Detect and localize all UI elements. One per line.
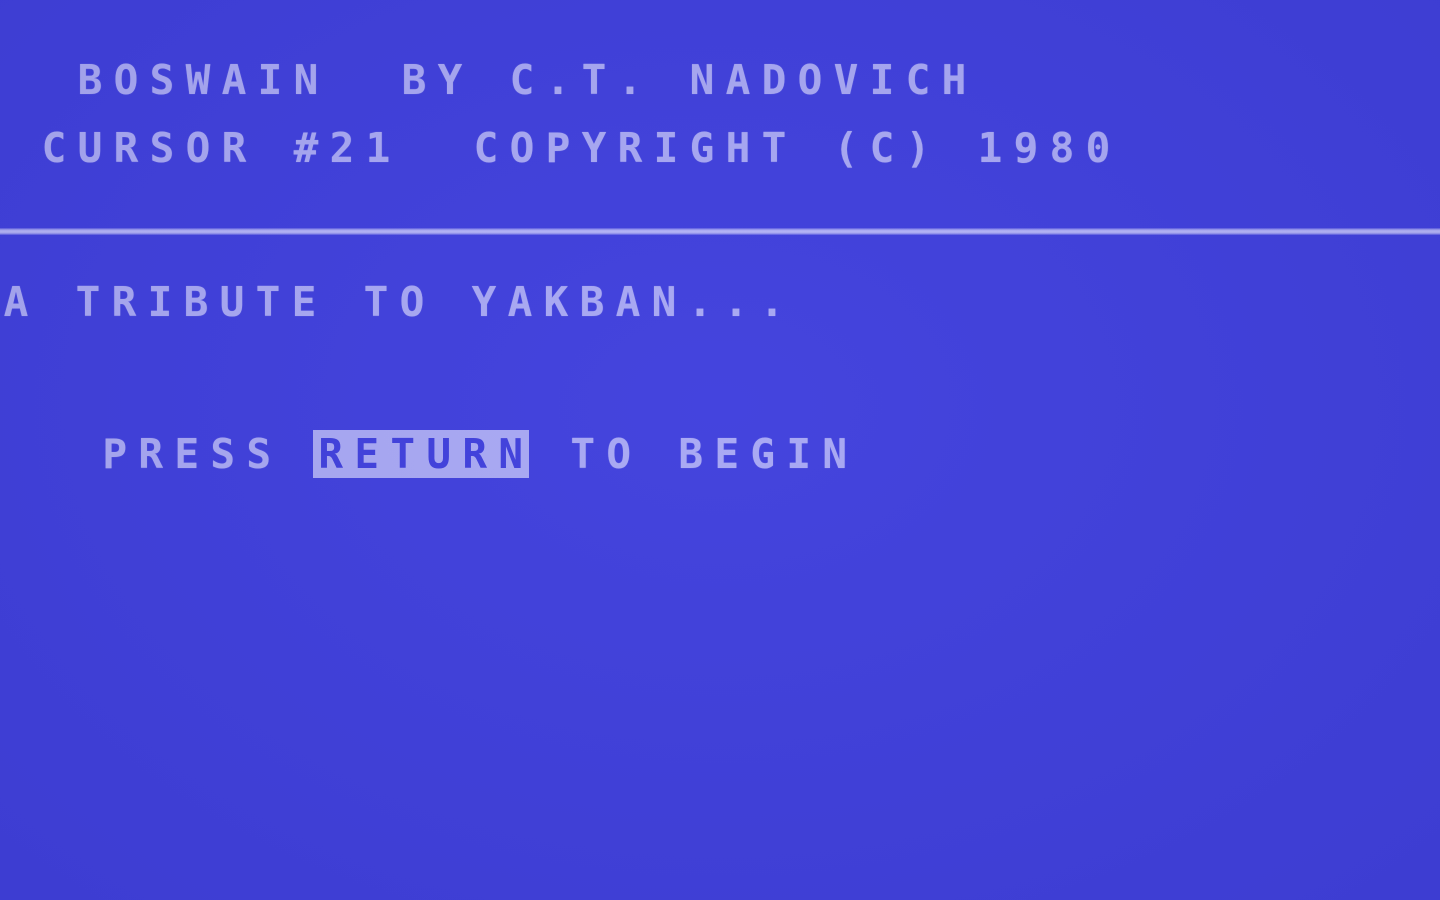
- press-return-prompt[interactable]: PRESS RETURN TO BEGIN: [0, 382, 1438, 478]
- prompt-prefix: PRESS: [102, 430, 272, 478]
- horizontal-divider: [0, 228, 1440, 235]
- return-key-highlight[interactable]: RETURN: [312, 430, 529, 478]
- c64-screen: BOSWAIN BY C.T. NADOVICH CURSOR #2 1 COPY…: [0, 0, 1440, 900]
- copyright-line: CURSOR #2 1 COPYRIGHT (C) 1980: [41, 124, 1111, 172]
- tribute-line: A TRIBUTE TO YAKBAN...: [3, 278, 785, 326]
- prompt-suffix: TO BEGIN: [570, 430, 848, 478]
- title-line: BOSWAIN BY C.T. NADOVICH: [77, 56, 967, 104]
